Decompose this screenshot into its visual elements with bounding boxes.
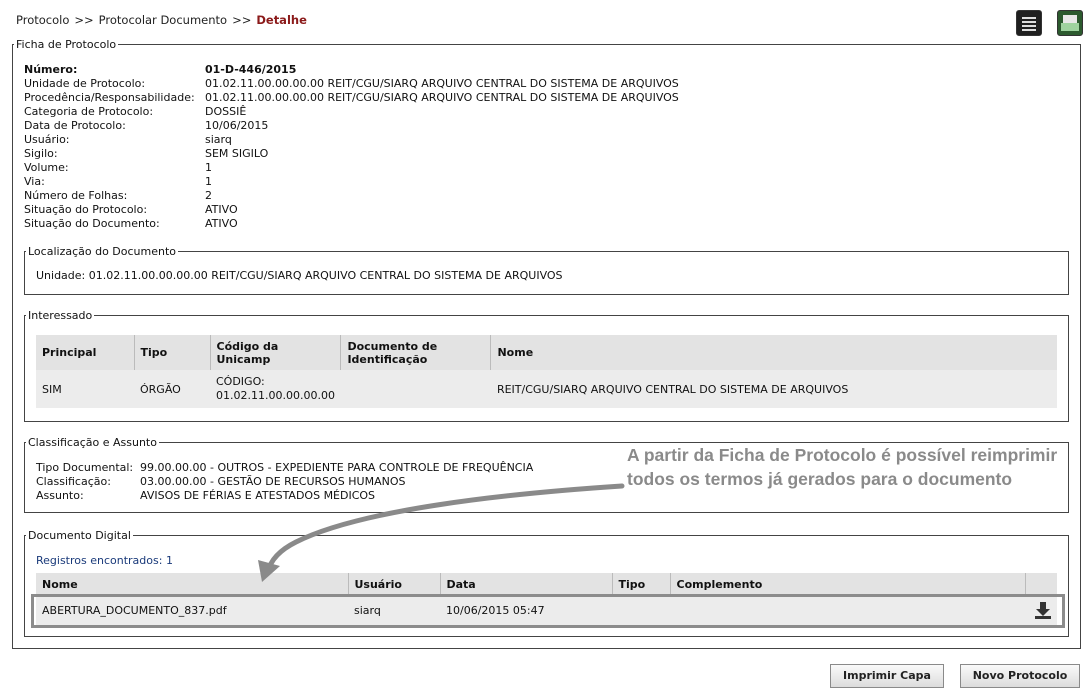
novo-protocolo-button[interactable]: Novo Protocolo	[960, 664, 1080, 688]
annotation-arrow	[258, 483, 625, 582]
imprimir-capa-button[interactable]: Imprimir Capa	[830, 664, 944, 688]
